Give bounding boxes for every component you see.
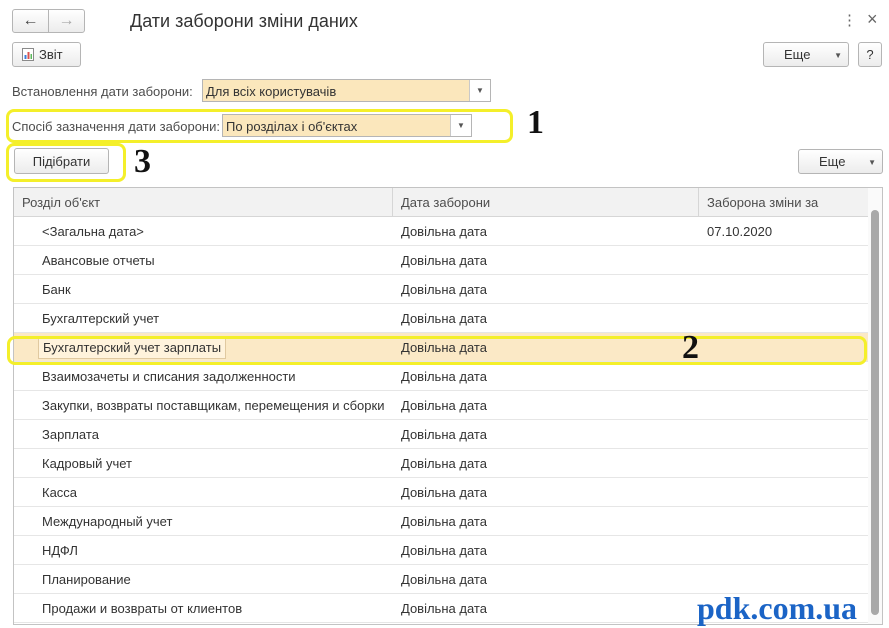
ban-date-label: Встановлення дати заборони: [12, 84, 193, 99]
cell-section: Кадровый учет [42, 456, 132, 471]
table-row[interactable]: Закупки, возвраты поставщикам, перемещен… [14, 391, 870, 420]
cell-section: Бухгалтерский учет [42, 311, 160, 326]
cell-section: Продажи и возвраты от клиентов [42, 601, 243, 616]
cell-date-type: Довільна дата [401, 253, 487, 268]
report-button[interactable]: Звіт [12, 42, 81, 67]
sections-table[interactable]: Розділ об'єкт Дата заборони Заборона змі… [13, 187, 883, 625]
window-title: Дати заборони зміни даних [130, 11, 358, 31]
table-row[interactable]: Кадровый учет Довільна дата [14, 449, 870, 478]
ban-date-select[interactable]: Для всіх користувачів ▼ [202, 79, 491, 102]
vertical-scrollbar[interactable] [868, 188, 882, 624]
help-label: ? [866, 47, 874, 62]
chevron-down-icon: ▼ [834, 51, 842, 60]
annotation-number-3: 3 [134, 143, 151, 180]
annotation-number-2: 2 [682, 329, 699, 366]
close-icon[interactable]: × [867, 9, 878, 30]
highlight-selected-row [7, 336, 867, 365]
table-row[interactable]: Зарплата Довільна дата [14, 420, 870, 449]
cell-date-type: Довільна дата [401, 543, 487, 558]
cell-section: Взаимозачеты и списания задолженности [42, 369, 296, 384]
scrollbar-thumb[interactable] [871, 210, 879, 615]
ban-date-value: Для всіх користувачів [206, 84, 337, 99]
list-more-label: Еще [819, 154, 846, 169]
list-more-button[interactable]: Еще ▼ [798, 149, 883, 174]
cell-section: Авансовые отчеты [42, 253, 155, 268]
cell-date-type: Довільна дата [401, 311, 487, 326]
back-button[interactable]: ← [12, 9, 49, 33]
highlight-method-field [6, 109, 513, 143]
cell-section: Международный учет [42, 514, 173, 529]
report-icon [22, 48, 34, 61]
cell-date-type: Довільна дата [401, 398, 487, 413]
annotation-number-1: 1 [527, 104, 544, 141]
table-header: Розділ об'єкт Дата заборони Заборона змі… [14, 188, 870, 217]
more-menu-icon[interactable]: ⋮ [842, 11, 857, 29]
cell-section: Касса [42, 485, 78, 500]
report-label: Звіт [39, 47, 63, 62]
cell-date-type: Довільна дата [401, 485, 487, 500]
column-header-ban-date[interactable]: Заборона зміни за [699, 188, 870, 216]
table-row[interactable]: Международный учет Довільна дата [14, 507, 870, 536]
table-row[interactable]: <Загальна дата> Довільна дата 07.10.2020 [14, 217, 870, 246]
watermark: pdk.com.ua [697, 590, 858, 626]
dropdown-arrow-icon[interactable]: ▼ [469, 80, 490, 101]
table-row[interactable]: Взаимозачеты и списания задолженности Дов… [14, 362, 870, 391]
arrow-right-icon: → [58, 12, 75, 29]
more-label: Еще [784, 47, 811, 62]
table-row[interactable]: Касса Довільна дата [14, 478, 870, 507]
more-button[interactable]: Еще ▼ [763, 42, 849, 67]
cell-date-type: Довільна дата [401, 514, 487, 529]
cell-section: Зарплата [42, 427, 99, 442]
forward-button[interactable]: → [48, 9, 85, 33]
cell-section: Планирование [42, 572, 131, 587]
cell-date-type: Довільна дата [401, 572, 487, 587]
cell-date-type: Довільна дата [401, 369, 487, 384]
cell-date-type: Довільна дата [401, 427, 487, 442]
cell-date-type: Довільна дата [401, 601, 487, 616]
table-row[interactable]: Бухгалтерский учет Довільна дата [14, 304, 870, 333]
table-body: <Загальна дата> Довільна дата 07.10.2020 Ав… [14, 217, 870, 623]
table-row[interactable]: Банк Довільна дата [14, 275, 870, 304]
cell-ban-date: 07.10.2020 [707, 224, 773, 239]
cell-date-type: Довільна дата [401, 282, 487, 297]
chevron-down-icon: ▼ [868, 158, 876, 167]
cell-section: Банк [42, 282, 71, 297]
column-header-section[interactable]: Розділ об'єкт [14, 188, 393, 216]
column-header-date-type[interactable]: Дата заборони [393, 188, 699, 216]
highlight-pick-button [6, 143, 126, 182]
cell-section: Закупки, возвраты поставщикам, перемещен… [42, 398, 385, 413]
table-row[interactable]: НДФЛ Довільна дата [14, 536, 870, 565]
table-row[interactable]: Авансовые отчеты Довільна дата [14, 246, 870, 275]
cell-section: НДФЛ [42, 543, 78, 558]
cell-section: <Загальна дата> [42, 224, 144, 239]
arrow-left-icon: ← [22, 12, 39, 29]
help-button[interactable]: ? [858, 42, 882, 67]
cell-date-type: Довільна дата [401, 224, 487, 239]
cell-date-type: Довільна дата [401, 456, 487, 471]
